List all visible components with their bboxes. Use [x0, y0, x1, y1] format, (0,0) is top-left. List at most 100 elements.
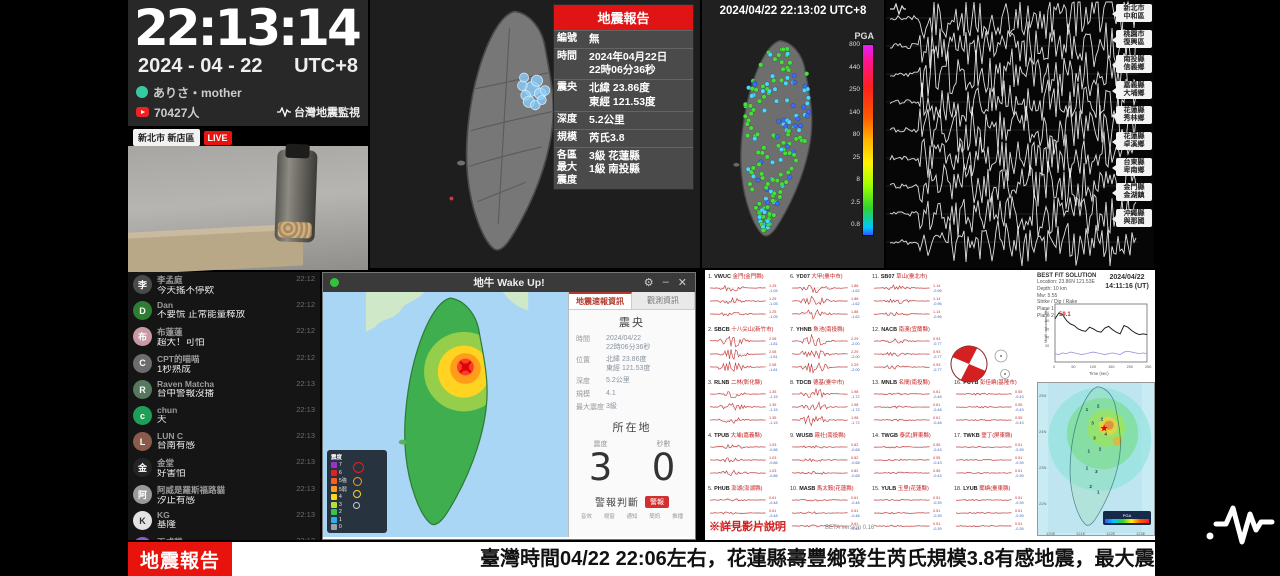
svg-text:-0.86: -0.86 [769, 474, 778, 478]
svg-text:-0.48: -0.48 [933, 408, 942, 412]
earthquake-report-card: 地震報告 編號無時間2024年04月22日 22時06分36秒震央北緯 23.8… [553, 4, 694, 190]
svg-text:-0.43: -0.43 [933, 448, 942, 452]
clock-time: 22:13:14 [128, 0, 368, 55]
legend-level: 0 [331, 524, 347, 530]
rmt-station-cell: 14. TWGB 泰武(屏東縣)0.55-0.430.55-0.430.55-0… [872, 431, 952, 483]
legend-level: 4 [331, 494, 347, 500]
svg-text:-1.81: -1.81 [769, 355, 778, 359]
svg-text:250: 250 [1145, 365, 1151, 369]
youtube-icon [136, 107, 149, 117]
chat-text: 汐止有感 [157, 496, 315, 506]
avatar: K [133, 511, 152, 530]
svg-text:-0.96: -0.96 [933, 302, 942, 306]
svg-text:0.51: 0.51 [1015, 456, 1022, 460]
svg-text:-0.86: -0.86 [769, 461, 778, 465]
beta-version-note: BETA version 0.16 [825, 525, 874, 531]
svg-text:-2.00: -2.00 [851, 342, 860, 346]
svg-text:-1.15: -1.15 [769, 408, 778, 412]
station-tag: 花蓮縣卓溪鄉 [1116, 132, 1152, 150]
svg-text:1.25: 1.25 [769, 284, 776, 288]
window-title: 地牛 Wake Up! [323, 275, 695, 290]
svg-text:-0.68: -0.68 [851, 461, 860, 465]
svg-text:1: 1 [1097, 490, 1100, 495]
chat-message: 阿阿威是羅斯福路貓22:13汐止有感 [128, 482, 320, 508]
svg-text:-0.39: -0.39 [1015, 474, 1024, 478]
station-tag: 台東縣卑南鄉 [1116, 158, 1152, 176]
svg-text:0.51: 0.51 [1015, 509, 1022, 513]
tab-eew-info[interactable]: 地震速報資訊 [569, 292, 632, 309]
chat-text: 超大！可怕 [157, 338, 315, 348]
close-button[interactable]: ✕ [678, 276, 687, 289]
settings-gear-icon[interactable]: ⚙ [644, 276, 654, 289]
svg-text:1.98: 1.98 [851, 390, 858, 394]
svg-text:0.55: 0.55 [1015, 403, 1022, 407]
taiwan-map-panel: 地震報告 編號無時間2024年04月22日 22時06分36秒震央北緯 23.8… [370, 0, 700, 268]
svg-text:0.55: 0.55 [933, 456, 940, 460]
report-row: 各區 最大 震度3級 花蓮縣 1級 南投縣 [554, 147, 693, 190]
avatar: c [133, 406, 152, 425]
svg-text:1.14: 1.14 [933, 310, 940, 314]
svg-text:2: 2 [1101, 417, 1104, 422]
report-row: 規模芮氏3.8 [554, 129, 693, 147]
chat-text: 不要慌 正常能量釋放 [157, 310, 315, 320]
intensity-map[interactable]: 震度 765強5弱43210 [323, 292, 568, 537]
avatar: R [133, 380, 152, 399]
chat-author: LUN C [157, 431, 183, 441]
svg-text:200: 200 [1127, 365, 1133, 369]
tab-observation[interactable]: 觀測資訊 [632, 292, 695, 309]
report-rows: 編號無時間2024年04月22日 22時06分36秒震央北緯 23.86度 東經… [554, 30, 693, 189]
svg-text:0: 0 [1053, 365, 1055, 369]
local-intensity-value: 3 [569, 449, 632, 488]
svg-text:1.35: 1.35 [769, 403, 776, 407]
svg-text:-1.72: -1.72 [851, 421, 860, 425]
chat-author: 阿威是羅斯福路貓 [157, 484, 225, 496]
legend-level: 2 [331, 509, 347, 515]
bottle-seismometer [274, 149, 317, 242]
rmt-station-cell: 13. MNLB 名間(南投縣)0.61-0.480.61-0.480.61-0… [872, 378, 952, 430]
svg-text:0.61: 0.61 [769, 496, 776, 500]
svg-text:150: 150 [1108, 365, 1114, 369]
chat-text: 好害怕 [157, 469, 315, 479]
svg-text:2: 2 [1089, 484, 1092, 489]
pga-map-panel: 2024/04/22 22:13:02 UTC+8 PGA 8004402501… [702, 0, 884, 268]
chat-author: 丙戌貓 [157, 536, 183, 540]
svg-text:50: 50 [1071, 365, 1075, 369]
svg-text:-0.48: -0.48 [851, 514, 860, 518]
chat-text: 台南有感 [157, 441, 315, 451]
svg-text:-0.68: -0.68 [851, 448, 860, 452]
avatar: 阿 [133, 485, 152, 504]
shakemap-legend-label: PGA [1105, 513, 1149, 518]
svg-text:0.51: 0.51 [1015, 496, 1022, 500]
ticker-text: 臺灣時間04/22 22:06左右，花蓮縣壽豐鄉發生芮氏規模3.8有感地震，最大… [232, 542, 1155, 576]
minimize-button[interactable]: – [663, 276, 669, 289]
chat-text: 天 [157, 415, 315, 425]
chat-timestamp: 22:12 [296, 353, 315, 365]
webcam-image [128, 146, 368, 270]
see-video-note: ※詳見影片說明 [709, 518, 786, 534]
window-titlebar[interactable]: 地牛 Wake Up! ⚙ – ✕ [323, 273, 695, 292]
map-legend: 震度 765強5弱43210 [327, 450, 387, 534]
svg-text:0.61: 0.61 [933, 390, 940, 394]
svg-text:1.03: 1.03 [769, 443, 776, 447]
svg-text:-0.39: -0.39 [933, 514, 942, 518]
svg-text:-1.05: -1.05 [769, 289, 778, 293]
rmt-station-cell: 15. YULB 玉里(花蓮縣)0.51-0.390.51-0.390.51-0… [872, 484, 952, 536]
svg-text:-0.39: -0.39 [1015, 448, 1024, 452]
chat-timestamp: 22:13 [296, 457, 315, 469]
pga-color-scale: PGA 800440250140802582.50.8 [842, 44, 876, 240]
alert-channels: 音效視窗通知簡訊推播 [569, 509, 695, 523]
waveform-wall-panel: 新北市中和區桃園市復興區南投縣信義鄉嘉義縣大埔鄉花蓮縣秀林鄉花蓮縣卓溪鄉台東縣卑… [886, 0, 1154, 268]
legend-marker [353, 490, 361, 498]
legend-level: 3 [331, 502, 347, 508]
avatar: 丙 [133, 537, 152, 540]
legend-level: 6 [331, 470, 347, 476]
rmt-station-cell: 6. YD07 大甲(臺中市)1.88-1.621.88-1.621.88-1.… [790, 272, 870, 324]
svg-text:3: 3 [1093, 435, 1096, 440]
live-chat-panel[interactable]: 李李孟庭22:12今天搖不停欸DDan22:12不要慌 正常能量釋放布布蓮蓮22… [128, 272, 320, 540]
svg-text:-1.72: -1.72 [851, 395, 860, 399]
rmt-station-cell: 4. TPUB 大埔(嘉義縣)1.03-0.861.03-0.861.03-0.… [708, 431, 788, 483]
svg-text:1.25: 1.25 [769, 310, 776, 314]
pga-dot-map [710, 34, 842, 248]
stream-frame: 22:13:14 2024 - 04 - 22 UTC+8 ありさ・mother… [0, 0, 1280, 576]
report-title: 地震報告 [554, 5, 693, 30]
